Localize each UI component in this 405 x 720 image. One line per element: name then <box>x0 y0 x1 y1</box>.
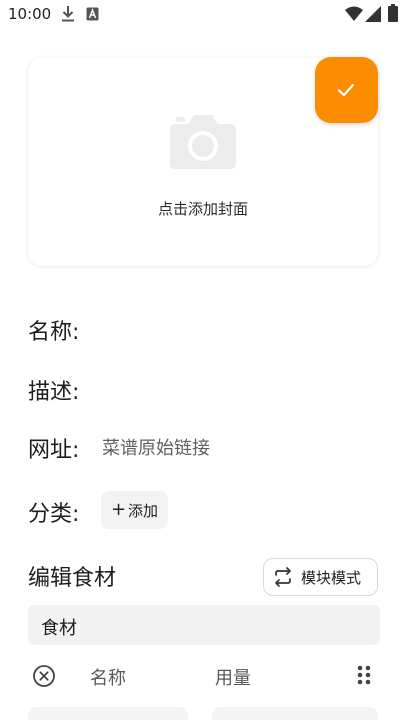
add-category-label: 添加 <box>128 501 159 520</box>
next-ingredient-amount-field[interactable] <box>212 707 378 720</box>
description-label: 描述: <box>28 380 80 405</box>
add-cover-text: 点击添加封面 <box>157 200 248 218</box>
ingredient-group-header[interactable]: 食材 <box>28 605 380 645</box>
signal-icon <box>365 6 381 22</box>
plus-icon: + <box>110 499 127 520</box>
category-label: 分类: <box>28 502 80 527</box>
status-bar: 10:00 <box>0 0 405 30</box>
block-mode-label: 模块模式 <box>301 568 362 587</box>
name-label: 名称: <box>28 320 80 345</box>
drag-handle-icon[interactable] <box>356 664 372 686</box>
remove-row-icon[interactable] <box>32 664 56 688</box>
status-time: 10:00 <box>8 5 52 23</box>
ingredient-amount-input[interactable]: 用量 <box>215 664 251 690</box>
camera-icon <box>170 115 236 169</box>
download-icon <box>62 6 74 22</box>
url-label: 网址: <box>28 438 80 463</box>
url-input[interactable]: 菜谱原始链接 <box>102 434 210 460</box>
edit-ingredients-title: 编辑食材 <box>28 566 117 591</box>
ingredient-name-input[interactable]: 名称 <box>90 664 126 690</box>
battery-icon <box>388 4 398 22</box>
add-category-button[interactable]: + 添加 <box>101 491 168 529</box>
check-icon <box>337 83 355 97</box>
confirm-button[interactable] <box>315 57 378 123</box>
swap-icon <box>275 567 291 587</box>
next-ingredient-name-field[interactable] <box>28 707 188 720</box>
a-badge-icon <box>86 7 99 21</box>
ingredient-group-label: 食材 <box>41 618 77 639</box>
wifi-icon <box>345 6 363 21</box>
block-mode-button[interactable]: 模块模式 <box>263 558 378 596</box>
